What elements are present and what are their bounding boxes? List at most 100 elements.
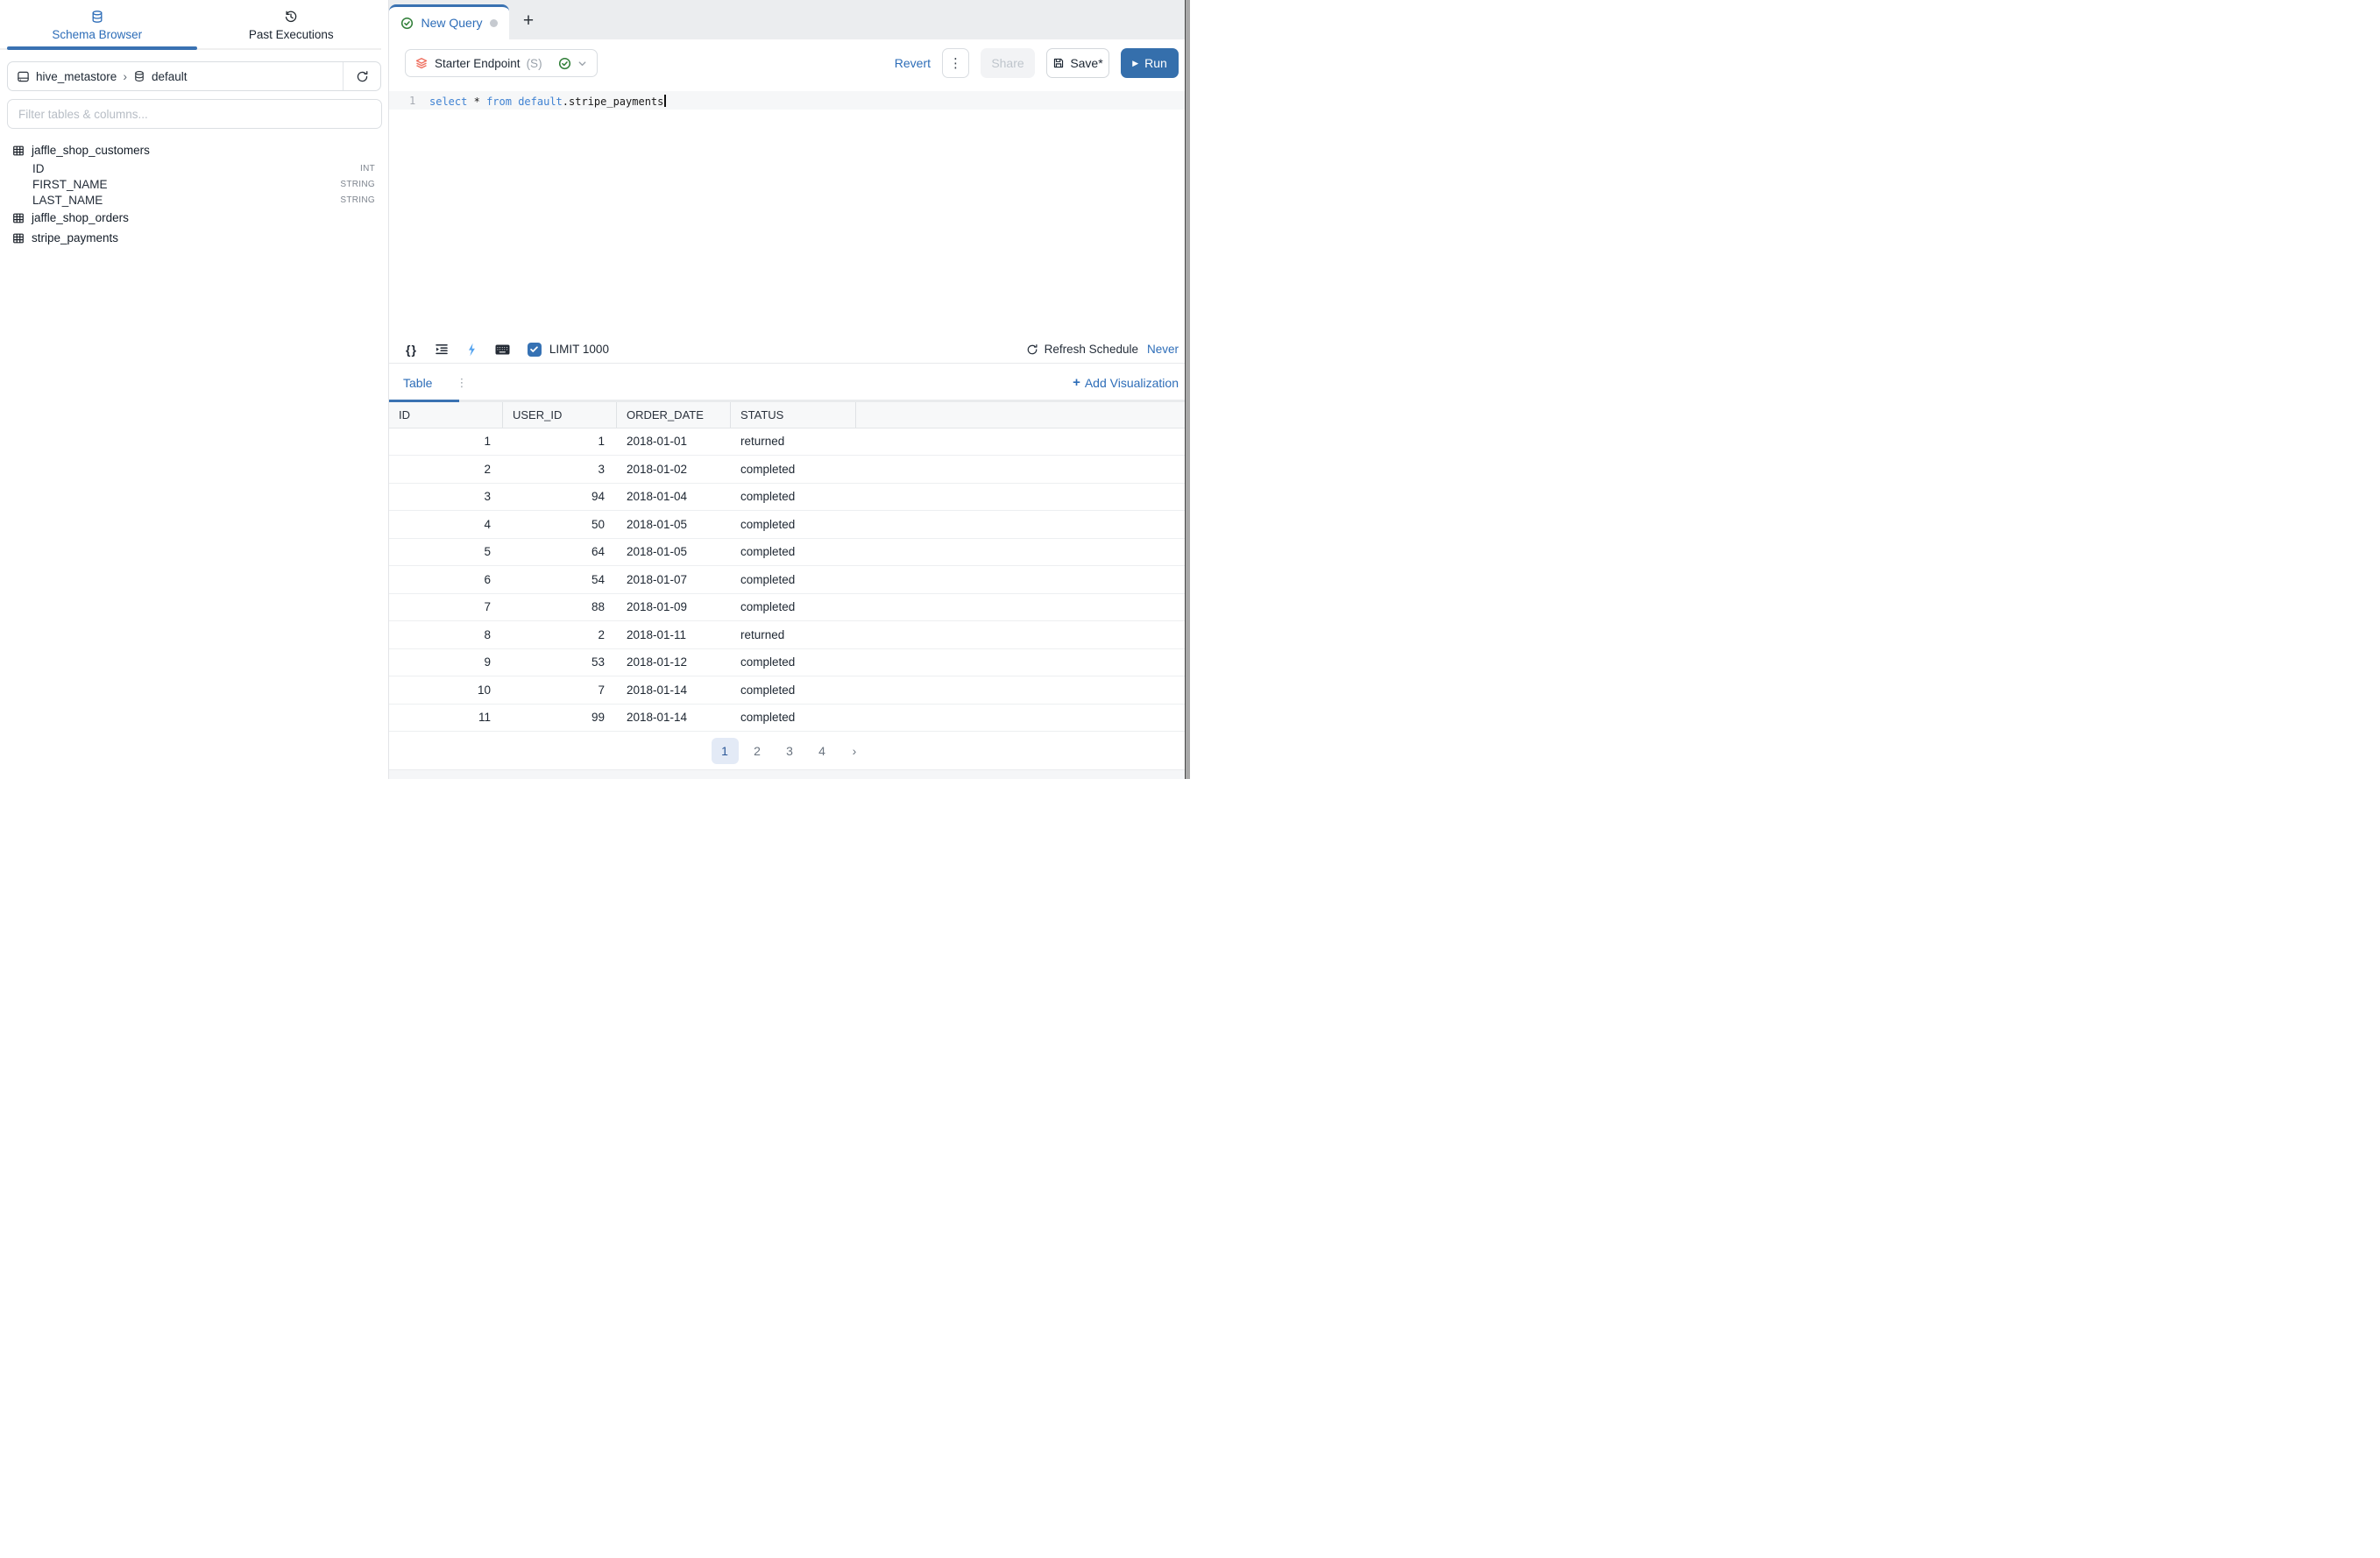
table-cell: 2018-01-11 bbox=[617, 628, 731, 641]
page-button-3[interactable]: 3 bbox=[776, 738, 804, 764]
refresh-schedule-icon bbox=[1026, 343, 1038, 356]
text-cursor bbox=[664, 95, 666, 107]
tab-past-executions[interactable]: Past Executions bbox=[195, 0, 389, 50]
schema-list: jaffle_shop_customers IDINTFIRST_NAMESTRI… bbox=[0, 140, 388, 248]
run-button-label: Run bbox=[1144, 56, 1167, 70]
schema-column-ID[interactable]: IDINT bbox=[0, 160, 388, 176]
query-tab-bar: New Query + bbox=[389, 0, 1190, 39]
table-cell: completed bbox=[731, 573, 856, 586]
table-grid-icon bbox=[12, 145, 25, 157]
table-cell: 2 bbox=[389, 463, 503, 476]
table-cell: completed bbox=[731, 600, 856, 613]
add-visualization-label: Add Visualization bbox=[1085, 376, 1179, 390]
new-tab-button[interactable]: + bbox=[509, 0, 548, 39]
refresh-schedule-value[interactable]: Never bbox=[1147, 343, 1179, 356]
schema-table-jaffle_shop_customers[interactable]: jaffle_shop_customers bbox=[0, 140, 388, 160]
line-number: 1 bbox=[409, 95, 415, 107]
indent-icon[interactable] bbox=[435, 343, 449, 357]
add-visualization-button[interactable]: + Add Visualization bbox=[1073, 375, 1179, 390]
table-cell: 53 bbox=[503, 655, 617, 669]
format-braces-icon[interactable]: {} bbox=[406, 343, 417, 357]
breadcrumb[interactable]: hive_metastore › default bbox=[8, 62, 343, 90]
table-name: stripe_payments bbox=[32, 231, 118, 244]
revert-button[interactable]: Revert bbox=[895, 56, 931, 70]
schema-table-jaffle_shop_orders[interactable]: jaffle_shop_orders bbox=[0, 208, 388, 228]
column-header-user-id[interactable]: USER_ID bbox=[503, 402, 617, 428]
column-header-empty bbox=[856, 402, 1190, 428]
table-cell: 9 bbox=[389, 655, 503, 669]
share-button[interactable]: Share bbox=[981, 48, 1035, 78]
table-cell: returned bbox=[731, 435, 856, 448]
query-tab-label: New Query bbox=[421, 16, 482, 30]
breadcrumb-schema[interactable]: default bbox=[152, 70, 188, 83]
breadcrumb-catalog[interactable]: hive_metastore bbox=[36, 70, 117, 83]
table-name: jaffle_shop_customers bbox=[32, 144, 150, 157]
table-cell: 99 bbox=[503, 711, 617, 724]
results-tab-table[interactable]: Table bbox=[403, 376, 432, 390]
column-name: FIRST_NAME bbox=[32, 178, 108, 191]
table-cell: 11 bbox=[389, 711, 503, 724]
column-header-order-date[interactable]: ORDER_DATE bbox=[617, 402, 731, 428]
page-button-4[interactable]: 4 bbox=[809, 738, 836, 764]
results-bar: Table ⋮ + Add Visualization bbox=[389, 364, 1190, 402]
sidebar: Schema Browser Past Executions bbox=[0, 0, 389, 779]
filter-input[interactable] bbox=[7, 99, 382, 129]
table-cell: 10 bbox=[389, 683, 503, 697]
save-icon bbox=[1052, 57, 1065, 69]
save-button[interactable]: Save* bbox=[1046, 48, 1109, 78]
next-page-button[interactable]: › bbox=[841, 738, 868, 764]
tab-schema-browser[interactable]: Schema Browser bbox=[0, 0, 195, 50]
results-tab-options-icon[interactable]: ⋮ bbox=[456, 376, 467, 390]
column-header-id[interactable]: ID bbox=[389, 402, 503, 428]
table-row: 4502018-01-05completed bbox=[389, 511, 1190, 539]
sql-editor[interactable]: 1 select * from default.stripe_payments bbox=[389, 88, 1190, 336]
endpoint-size: (S) bbox=[527, 57, 542, 70]
limit-checkbox[interactable] bbox=[528, 343, 542, 357]
table-cell: 2018-01-02 bbox=[617, 463, 731, 476]
limit-label[interactable]: LIMIT 1000 bbox=[549, 343, 609, 356]
column-header-status[interactable]: STATUS bbox=[731, 402, 856, 428]
table-cell: 2018-01-01 bbox=[617, 435, 731, 448]
save-button-label: Save* bbox=[1070, 56, 1102, 70]
results-footer-strip bbox=[389, 769, 1190, 779]
keyboard-shortcuts-icon[interactable] bbox=[495, 343, 510, 356]
table-cell: completed bbox=[731, 683, 856, 697]
schema-column-FIRST_NAME[interactable]: FIRST_NAMESTRING bbox=[0, 176, 388, 192]
lightning-icon[interactable] bbox=[466, 343, 478, 357]
schema-table-stripe_payments[interactable]: stripe_payments bbox=[0, 228, 388, 248]
result-rows: 112018-01-01returned232018-01-02complete… bbox=[389, 428, 1190, 733]
refresh-schema-button[interactable] bbox=[343, 62, 380, 90]
table-cell: 6 bbox=[389, 573, 503, 586]
results-table-header: ID USER_ID ORDER_DATE STATUS bbox=[389, 402, 1190, 428]
more-options-button[interactable]: ⋮ bbox=[942, 48, 969, 78]
endpoint-layers-icon bbox=[414, 56, 429, 70]
tab-schema-browser-label: Schema Browser bbox=[52, 28, 142, 41]
play-icon: ▶ bbox=[1132, 59, 1138, 68]
vertical-scrollbar[interactable] bbox=[1185, 0, 1190, 779]
run-button[interactable]: ▶ Run bbox=[1121, 48, 1179, 78]
page-button-1[interactable]: 1 bbox=[712, 738, 739, 764]
page-button-2[interactable]: 2 bbox=[744, 738, 771, 764]
breadcrumb-separator: › bbox=[123, 69, 127, 83]
table-cell: completed bbox=[731, 490, 856, 503]
table-row: 9532018-01-12completed bbox=[389, 649, 1190, 677]
table-row: 3942018-01-04completed bbox=[389, 484, 1190, 512]
schema-column-LAST_NAME[interactable]: LAST_NAMESTRING bbox=[0, 192, 388, 208]
table-grid-icon bbox=[12, 232, 25, 244]
schema-breadcrumb-box: hive_metastore › default bbox=[7, 61, 381, 91]
table-cell: 2018-01-09 bbox=[617, 600, 731, 613]
table-row: 112018-01-01returned bbox=[389, 428, 1190, 457]
table-cell: 2018-01-14 bbox=[617, 683, 731, 697]
table-row: 822018-01-11returned bbox=[389, 621, 1190, 649]
table-cell: 2018-01-04 bbox=[617, 490, 731, 503]
table-cell: 64 bbox=[503, 545, 617, 558]
query-tab-new-query[interactable]: New Query bbox=[389, 4, 509, 39]
plus-icon: + bbox=[1073, 375, 1080, 390]
table-cell: 1 bbox=[389, 435, 503, 448]
table-cell: completed bbox=[731, 518, 856, 531]
table-cell: 54 bbox=[503, 573, 617, 586]
table-cell: 50 bbox=[503, 518, 617, 531]
table-row: 7882018-01-09completed bbox=[389, 594, 1190, 622]
endpoint-selector[interactable]: Starter Endpoint (S) bbox=[405, 49, 598, 77]
column-name: LAST_NAME bbox=[32, 194, 103, 207]
